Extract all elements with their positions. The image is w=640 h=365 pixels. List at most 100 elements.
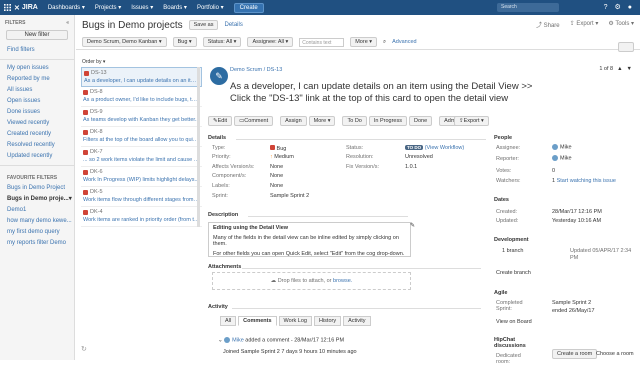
tools-button[interactable]: ⚙ Tools ▾ <box>608 20 634 29</box>
favourite-filter-item[interactable]: Demo1 <box>0 205 74 216</box>
sidebar-filter-item[interactable]: All issues <box>0 85 74 96</box>
issue-list-item[interactable]: DS-8 As a product owner, I'd like to incl… <box>81 87 202 107</box>
to-do-button[interactable]: To Do <box>342 116 367 126</box>
share-button[interactable]: ⤴ Share <box>536 20 560 29</box>
attachment-dropzone[interactable]: ☁ Drop files to attach, or browse. <box>212 272 411 290</box>
export-button[interactable]: ⇪ Export ▾ <box>570 20 599 29</box>
done-button[interactable]: Done <box>408 116 433 126</box>
sidebar-filter-item[interactable]: Created recently <box>0 129 74 140</box>
sidebar-filter-item[interactable]: Reported by me <box>0 74 74 85</box>
start-watching-link[interactable]: Start watching this issue <box>557 178 616 184</box>
collapse-comment-icon[interactable]: ⌄ <box>218 337 223 343</box>
sidebar-filter-item[interactable]: Done issues <box>0 107 74 118</box>
sidebar-filter-item[interactable]: Open issues <box>0 96 74 107</box>
create-button[interactable]: Create <box>233 2 264 13</box>
issue-list-item[interactable]: DS-13 As a developer, I can update detail… <box>81 67 202 87</box>
more-filters-button[interactable]: More ▾ <box>350 37 378 47</box>
nav-issues[interactable]: Issues ▾ <box>131 4 153 11</box>
jira-logo[interactable]: ✕ JIRA <box>14 4 38 12</box>
favourite-filter-item[interactable]: Bugs in Demo proje... ▾ <box>0 194 74 205</box>
find-filters-link[interactable]: Find filters <box>0 44 74 56</box>
nav-projects[interactable]: Projects ▾ <box>95 4 121 11</box>
favourite-filter-item[interactable]: my reports filter Demo <box>0 238 74 249</box>
export-label: Export ▾ <box>576 21 599 27</box>
sidebar-filter-item[interactable]: Viewed recently <box>0 118 74 129</box>
priority-text: Medium <box>274 154 294 160</box>
view-on-board-link[interactable]: View on Board <box>496 319 532 325</box>
favourite-filter-item[interactable]: how many demo kewe... <box>0 216 74 227</box>
sidebar-filter-item[interactable]: Resolved recently <box>0 140 74 151</box>
settings-gear-icon[interactable]: ⚙ <box>614 3 620 12</box>
edit-button[interactable]: ✎ Edit <box>208 116 233 126</box>
create-room-button[interactable]: Create a room <box>552 349 598 359</box>
app-switcher-icon[interactable] <box>0 0 14 15</box>
nav-portfolio[interactable]: Portfolio ▾ <box>197 4 224 11</box>
votes-value[interactable]: 0 <box>552 168 555 174</box>
description-edit-pencil-icon[interactable]: ✎ <box>410 222 415 229</box>
details-link[interactable]: Details <box>224 22 242 28</box>
next-issue-icon[interactable]: ▼ <box>627 66 632 72</box>
contains-text-input[interactable]: Contains text <box>299 37 345 47</box>
search-input[interactable]: Search <box>497 3 559 12</box>
save-as-button[interactable]: Save as <box>188 20 219 30</box>
tab-all[interactable]: All <box>220 316 237 326</box>
refresh-icon[interactable]: ↻ <box>81 345 87 353</box>
issue-list-item[interactable]: DS-9 As teams develop with Kanban they ge… <box>81 107 202 127</box>
order-by-button[interactable]: Order by ▾ <box>81 55 202 67</box>
assignee-filter[interactable]: Assignee: All ▾ <box>247 37 294 47</box>
sprint-value[interactable]: Sample Sprint 2 <box>270 193 309 199</box>
choose-room-link[interactable]: Choose a room <box>596 351 634 357</box>
breadcrumb[interactable]: Demo Scrum / DS-13 <box>230 67 282 73</box>
view-workflow-link[interactable]: (View Workflow) <box>425 145 465 151</box>
tab-work-log[interactable]: Work Log <box>278 316 312 326</box>
completed-sprint-link[interactable]: Sample Sprint 2 <box>552 300 591 306</box>
user-avatar-icon[interactable]: ● <box>628 3 632 12</box>
tab-comments[interactable]: Comments <box>238 316 277 326</box>
more-actions-button[interactable]: More ▾ <box>308 116 336 126</box>
components-value[interactable]: None <box>270 173 283 179</box>
type-filter[interactable]: Bug ▾ <box>172 37 197 47</box>
help-icon[interactable]: ? <box>604 3 608 12</box>
nav-boards[interactable]: Boards ▾ <box>163 4 187 11</box>
description-editor[interactable]: Editing using the Detail View Many of th… <box>208 222 411 257</box>
reporter-value[interactable]: Mike <box>552 155 572 161</box>
nav-dashboards[interactable]: Dashboards ▾ <box>48 4 85 11</box>
affects-version-value[interactable]: None <box>270 164 283 170</box>
comment-author-link[interactable]: Mike <box>232 337 244 343</box>
issue-summary-text: As a product owner, I'd like to include … <box>83 97 200 103</box>
favourite-filter-item[interactable]: my first demo query <box>0 227 74 238</box>
activity-divider <box>232 308 481 309</box>
issue-list-item[interactable]: DK-5 Work items flow through different st… <box>81 187 202 207</box>
new-filter-button[interactable]: New filter <box>6 30 68 40</box>
fix-version-value[interactable]: 1.0.1 <box>405 164 417 170</box>
branch-link[interactable]: 1 branch <box>502 248 523 254</box>
layout-switcher-icon[interactable] <box>618 42 634 52</box>
filter-options-icon[interactable]: ▾ <box>69 194 72 205</box>
tab-history[interactable]: History <box>313 316 342 326</box>
favourite-filter-item[interactable]: Bugs in Demo Project <box>0 183 74 194</box>
labels-value[interactable]: None <box>270 183 283 189</box>
issue-list-item[interactable]: DK-6 Work In Progress (WIP) limits highli… <box>81 167 202 187</box>
advanced-search-link[interactable]: Advanced <box>392 39 416 45</box>
issue-summary[interactable]: As a developer, I can update details on … <box>230 81 550 104</box>
priority-value[interactable]: ↑ Medium <box>270 154 294 160</box>
sidebar-filter-item[interactable]: Updated recently <box>0 151 74 162</box>
collapse-sidebar-icon[interactable]: « <box>66 20 69 26</box>
comment-button[interactable]: ▭ Comment <box>234 116 274 126</box>
issue-export-button[interactable]: ⇪ Export ▾ <box>454 116 489 126</box>
browse-link[interactable]: browse. <box>333 278 352 284</box>
issue-list-item[interactable]: DK-4 Work items are ranked in priority or… <box>81 207 202 227</box>
status-filter[interactable]: Status: All ▾ <box>202 37 242 47</box>
project-filter[interactable]: Demo Scrum, Demo Kanban ▾ <box>82 37 167 47</box>
previous-issue-icon[interactable]: ▲ <box>617 66 622 72</box>
assignee-value[interactable]: Mike <box>552 144 572 150</box>
issue-list-scrollbar[interactable] <box>197 67 200 227</box>
issue-list-item[interactable]: DK-7 ... so 2 work items violate the limi… <box>81 147 202 167</box>
tab-activity[interactable]: Activity <box>343 316 371 326</box>
issue-list-item[interactable]: DK-8 Filters at the top of the board allo… <box>81 127 202 147</box>
assign-button[interactable]: Assign <box>280 116 307 126</box>
search-icon[interactable]: ⌕ <box>383 39 386 46</box>
sidebar-filter-item[interactable]: My open issues <box>0 63 74 74</box>
in-progress-button[interactable]: In Progress <box>368 116 407 126</box>
create-branch-link[interactable]: Create branch <box>496 270 531 276</box>
